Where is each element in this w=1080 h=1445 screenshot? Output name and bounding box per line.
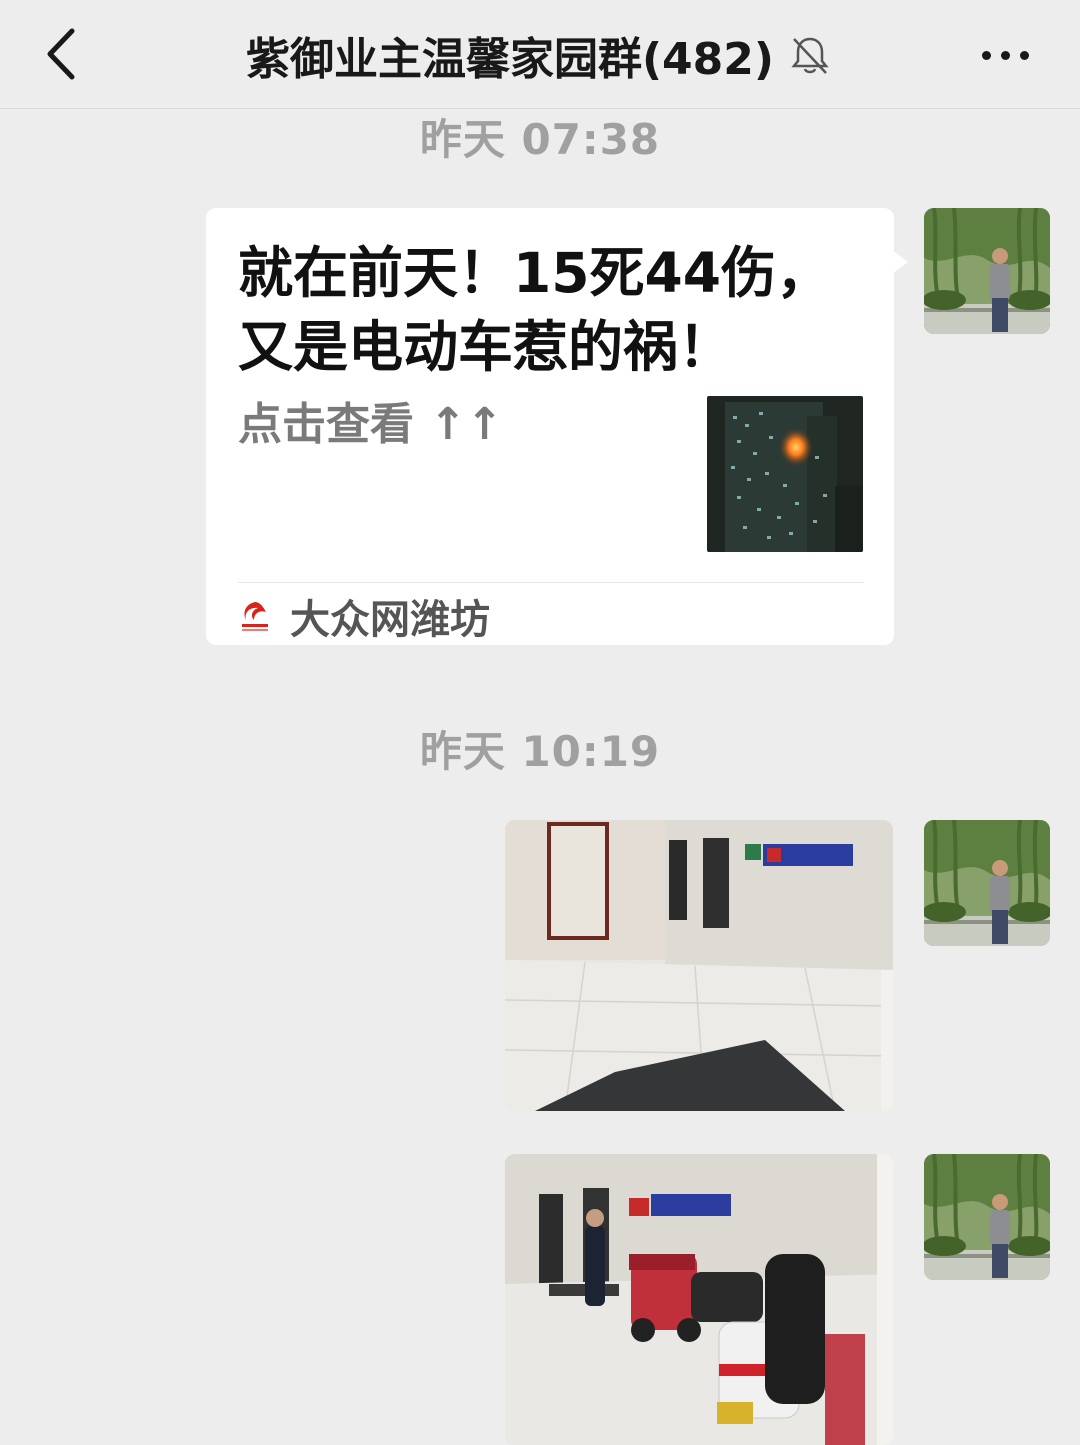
lobby-ebikes-photo	[505, 1154, 893, 1445]
message-timestamp: 昨天 07:38	[419, 115, 661, 164]
chat-title: 紫御业主温馨家园群(482)	[245, 34, 775, 85]
image-message[interactable]	[505, 1154, 893, 1445]
chat-title-group: 紫御业主温馨家园群(482)	[150, 20, 930, 90]
avatar-photo	[924, 1154, 1050, 1280]
link-card-thumbnail	[707, 396, 863, 552]
avatar[interactable]	[924, 820, 1050, 946]
image-message[interactable]	[505, 820, 893, 1111]
more-button[interactable]	[960, 28, 1050, 82]
message-timestamp: 昨天 10:19	[419, 727, 661, 776]
avatar[interactable]	[924, 1154, 1050, 1280]
bell-off-icon	[791, 37, 829, 74]
link-card-source-name: 大众网潍坊	[290, 597, 490, 643]
link-card-message[interactable]: 就在前天！15死44伤，又是电动车惹的祸！ 点击查看 ↑↑ 大众网潍坊	[206, 208, 908, 645]
link-card-title: 就在前天！15死44伤，又是电动车惹的祸！	[238, 241, 832, 379]
avatar-photo	[924, 820, 1050, 946]
back-button[interactable]	[30, 22, 90, 86]
dazhong-logo-icon	[242, 602, 268, 631]
link-card-description: 点击查看 ↑↑	[238, 399, 504, 450]
link-card-source: 大众网潍坊	[238, 592, 490, 643]
link-card-divider	[238, 582, 864, 583]
avatar-photo	[924, 208, 1050, 334]
chat-header: 紫御业主温馨家园群(482)	[0, 0, 1080, 109]
lobby-photo	[505, 820, 893, 1111]
more-dots-icon	[981, 50, 991, 60]
chevron-left-icon	[47, 28, 75, 80]
avatar[interactable]	[924, 208, 1050, 334]
